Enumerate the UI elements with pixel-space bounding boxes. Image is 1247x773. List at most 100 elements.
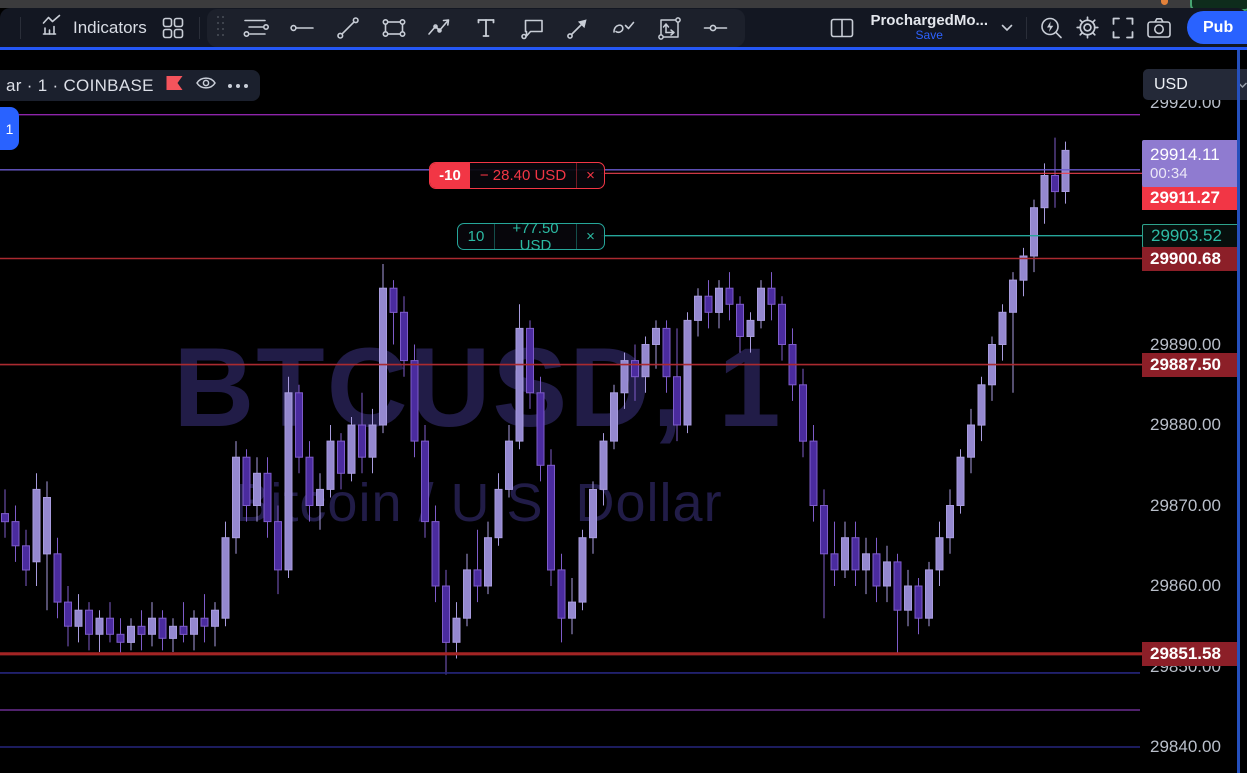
price-tick: 29890.00: [1150, 334, 1221, 354]
pane-number-badge[interactable]: 1: [0, 107, 19, 150]
candle: [883, 545, 891, 603]
tradingview-window: Indicators ProchargedMo... Save Pub BTCU…: [0, 0, 1247, 773]
trend-line-tool[interactable]: [325, 11, 371, 45]
candle: [547, 449, 555, 586]
save-link[interactable]: Save: [916, 28, 943, 42]
candle: [106, 602, 114, 643]
flag-icon[interactable]: [165, 75, 184, 96]
candle: [620, 352, 629, 409]
candle: [1040, 163, 1049, 224]
candle: [956, 449, 965, 514]
eye-icon[interactable]: [195, 75, 217, 96]
candle: [305, 441, 314, 522]
candle: [137, 610, 146, 651]
candle: [442, 569, 450, 675]
rectangle-tool[interactable]: [371, 11, 417, 45]
active-chart-right-border: [1237, 50, 1240, 773]
layout-name-button[interactable]: ProchargedMo... Save: [870, 12, 988, 43]
candle: [1009, 272, 1017, 393]
brush-tool[interactable]: [601, 11, 647, 45]
candle: [1051, 137, 1059, 208]
candle: [683, 312, 692, 434]
orange-indicator-dot: [1161, 0, 1168, 5]
candle: [977, 376, 986, 442]
text-tool[interactable]: [463, 11, 509, 45]
candle: [22, 529, 30, 586]
candle: [746, 312, 755, 353]
candle: [694, 288, 702, 337]
drag-handle[interactable]: [216, 15, 227, 40]
candle: [452, 602, 461, 659]
price-tick: 29840.00: [1150, 737, 1221, 756]
candle: [53, 537, 62, 619]
projection-tool[interactable]: [647, 11, 693, 45]
symbol-legend[interactable]: ar · 1 · COINBASE: [0, 70, 260, 101]
candle: [127, 618, 135, 651]
candle: [473, 529, 482, 603]
pattern-zigzag-tool[interactable]: [417, 11, 463, 45]
arrow-tool[interactable]: [555, 11, 601, 45]
candle: [704, 280, 713, 329]
long-position-pill[interactable]: 10 +77.50 USD ×: [457, 220, 605, 254]
candle: [1, 489, 9, 538]
gear-icon[interactable]: [1069, 11, 1105, 45]
candle: [148, 602, 156, 647]
fullscreen-icon[interactable]: [1105, 11, 1141, 45]
short-pnl: − 28.40 USD: [479, 167, 567, 184]
candle: [43, 481, 51, 611]
indicators-icon: [40, 12, 66, 43]
currency-label: USD: [1154, 75, 1188, 93]
long-close-button[interactable]: ×: [576, 224, 604, 249]
currency-dropdown[interactable]: USD: [1143, 69, 1247, 100]
last-price-badge: 29914.11 00:34: [1142, 140, 1240, 188]
candle: [851, 521, 860, 586]
candle: [988, 336, 996, 401]
candle: [211, 602, 219, 647]
price-tick: 29870.00: [1150, 495, 1221, 515]
horizontal-ray-tool[interactable]: [279, 11, 325, 45]
split-layout-button[interactable]: [824, 11, 860, 45]
candle: [925, 561, 933, 627]
drawing-tools-group: [206, 8, 745, 47]
candle: [284, 376, 293, 578]
candle: [830, 521, 839, 586]
candle: [326, 425, 335, 498]
candle: [11, 505, 20, 562]
level-3-price-badge: 29851.58: [1142, 641, 1240, 666]
camera-icon[interactable]: [1141, 11, 1177, 45]
candle: [673, 328, 681, 442]
short-close-button[interactable]: ×: [576, 163, 604, 188]
candle: [64, 586, 72, 647]
toolbar-divider: [198, 16, 200, 39]
indicators-button[interactable]: Indicators: [32, 11, 155, 45]
layout-grid-button[interactable]: [155, 11, 191, 45]
alert-clock-icon[interactable]: [1033, 11, 1069, 45]
short-position-pill[interactable]: -10 − 28.40 USD ×: [429, 162, 605, 189]
candle: [862, 537, 870, 595]
candle: [190, 610, 198, 651]
candle: [946, 489, 954, 554]
price-line-tool[interactable]: [693, 11, 739, 45]
candle: [536, 376, 545, 482]
price-tick: 29860.00: [1150, 576, 1221, 595]
candle: [316, 473, 324, 530]
candle: [232, 441, 240, 554]
chart-pane[interactable]: BTCUSD, 1 Bitcoin / U.S. Dollar ar · 1 ·…: [0, 50, 1247, 773]
bar-countdown: 00:34: [1150, 165, 1188, 183]
candle: [253, 457, 261, 522]
candle: [799, 368, 807, 458]
callout-tool[interactable]: [509, 11, 555, 45]
candle: [494, 473, 503, 546]
publish-button[interactable]: Pub: [1187, 11, 1247, 44]
browser-strip: [0, 0, 1247, 11]
candle: [169, 618, 177, 652]
candle: [1019, 247, 1028, 297]
layout-chevron-button[interactable]: [994, 11, 1020, 45]
candle: [463, 553, 471, 627]
price-axis[interactable]: USD 29920.00 29890.00 29880.00 29870.00 2986…: [1140, 50, 1247, 773]
parallel-lines-tool[interactable]: [233, 11, 279, 45]
candle: [998, 304, 1007, 361]
more-dots-icon[interactable]: [227, 83, 248, 88]
candle: [431, 505, 440, 603]
candle: [725, 272, 734, 321]
